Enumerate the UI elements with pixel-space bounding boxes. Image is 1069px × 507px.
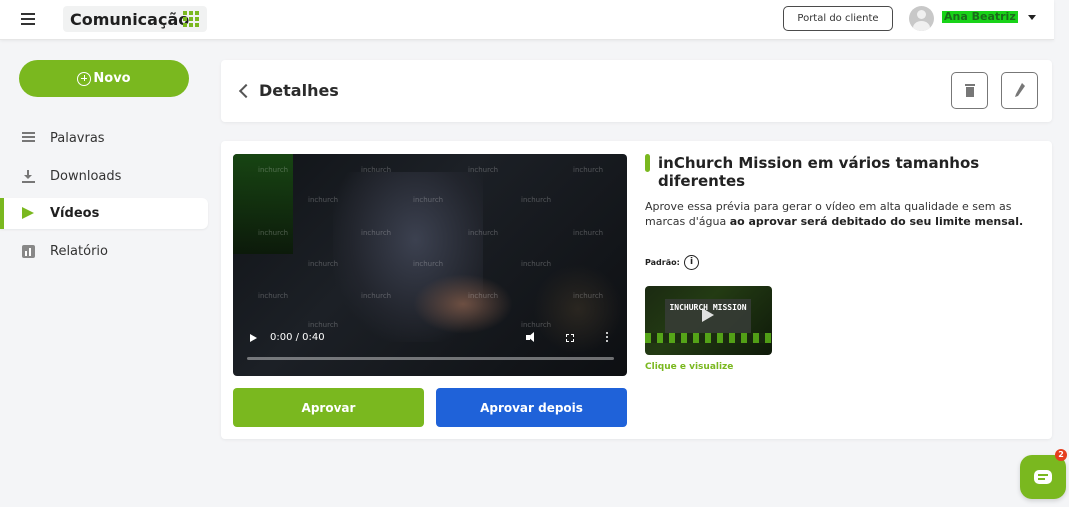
watermark: inchurch bbox=[521, 260, 552, 268]
plus-circle-icon bbox=[77, 71, 92, 86]
avatar[interactable] bbox=[909, 6, 934, 31]
watermark: inchurch bbox=[573, 292, 604, 300]
delete-button[interactable] bbox=[951, 72, 988, 109]
edit-button[interactable] bbox=[1001, 72, 1038, 109]
back-chevron-icon[interactable] bbox=[238, 83, 254, 99]
approval-description: Aprove essa prévia para gerar o vídeo em… bbox=[645, 199, 1040, 229]
sidebar-item-label: Downloads bbox=[50, 169, 122, 184]
fullscreen-icon[interactable] bbox=[566, 334, 574, 342]
play-icon bbox=[22, 207, 34, 219]
title-accent bbox=[645, 154, 650, 172]
video-title: inChurch Mission em vários tamanhos dife… bbox=[658, 154, 980, 190]
watermark: inchurch bbox=[413, 260, 444, 268]
watermark: inchurch bbox=[308, 260, 339, 268]
page-title: Detalhes bbox=[259, 81, 339, 100]
more-options-icon[interactable] bbox=[606, 332, 609, 343]
watermark: inchurch bbox=[258, 292, 289, 300]
watermark: inchurch bbox=[521, 321, 552, 329]
watermark: inchurch bbox=[258, 229, 289, 237]
sidebar-item-label: Palavras bbox=[50, 131, 105, 146]
volume-icon[interactable] bbox=[526, 332, 538, 343]
sidebar-item-label: Relatório bbox=[50, 244, 108, 259]
menu-icon[interactable] bbox=[21, 13, 35, 25]
app-switcher[interactable]: Comunicação bbox=[63, 6, 207, 32]
watermark: inchurch bbox=[468, 229, 499, 237]
video-detail-card: inchurch inchurch inchurch inchurch inch… bbox=[221, 141, 1052, 439]
new-button-label: Novo bbox=[93, 71, 131, 86]
video-time: 0:00 / 0:40 bbox=[270, 332, 325, 343]
default-label: Padrão: bbox=[645, 258, 680, 267]
video-progress-bar[interactable] bbox=[247, 357, 614, 360]
lines-icon bbox=[22, 132, 35, 145]
play-icon[interactable] bbox=[250, 334, 257, 342]
new-button[interactable]: Novo bbox=[19, 60, 189, 97]
watermark: inchurch bbox=[468, 292, 499, 300]
notification-badge: 2 bbox=[1055, 449, 1067, 461]
chat-icon bbox=[1034, 470, 1052, 484]
watermark: inchurch bbox=[308, 196, 339, 204]
details-header: Detalhes bbox=[221, 60, 1052, 122]
info-icon[interactable]: i bbox=[684, 255, 699, 270]
watermark: inchurch bbox=[521, 196, 552, 204]
pencil-icon bbox=[1015, 83, 1025, 97]
play-icon bbox=[702, 308, 714, 322]
watermark: inchurch bbox=[361, 229, 392, 237]
preview-link[interactable]: Clique e visualize bbox=[645, 362, 733, 372]
watermark: inchurch bbox=[361, 166, 392, 174]
watermark: inchurch bbox=[308, 321, 339, 329]
sidebar-item-videos[interactable]: Vídeos bbox=[0, 198, 208, 229]
video-thumbnail[interactable]: INCHURCH MISSION bbox=[645, 286, 772, 355]
watermark: inchurch bbox=[468, 166, 499, 174]
watermark: inchurch bbox=[573, 229, 604, 237]
sidebar-item-label: Vídeos bbox=[50, 206, 100, 221]
user-name[interactable]: Ana Beatriz bbox=[942, 11, 1018, 23]
watermark: inchurch bbox=[258, 166, 289, 174]
download-icon bbox=[22, 170, 35, 183]
approve-button[interactable]: Aprovar bbox=[233, 388, 424, 427]
report-icon bbox=[22, 245, 35, 258]
watermark: inchurch bbox=[573, 166, 604, 174]
chat-button[interactable] bbox=[1020, 455, 1066, 499]
video-player[interactable]: inchurch inchurch inchurch inchurch inch… bbox=[233, 154, 627, 376]
sidebar-item-relatorio[interactable]: Relatório bbox=[0, 236, 208, 267]
client-portal-button[interactable]: Portal do cliente bbox=[783, 6, 893, 31]
description-bold: ao aprovar será debitado do seu limite m… bbox=[729, 215, 1024, 228]
sidebar-item-palavras[interactable]: Palavras bbox=[0, 123, 208, 154]
app-title: Comunicação bbox=[70, 10, 190, 29]
chevron-down-icon[interactable] bbox=[1028, 15, 1036, 20]
top-bar: Comunicação Portal do cliente Ana Beatri… bbox=[0, 0, 1054, 40]
approve-later-button[interactable]: Aprovar depois bbox=[436, 388, 627, 427]
apps-grid-icon[interactable] bbox=[183, 11, 199, 27]
watermark: inchurch bbox=[361, 292, 392, 300]
trash-icon bbox=[965, 84, 975, 97]
sidebar-item-downloads[interactable]: Downloads bbox=[0, 161, 208, 192]
watermark: inchurch bbox=[413, 196, 444, 204]
